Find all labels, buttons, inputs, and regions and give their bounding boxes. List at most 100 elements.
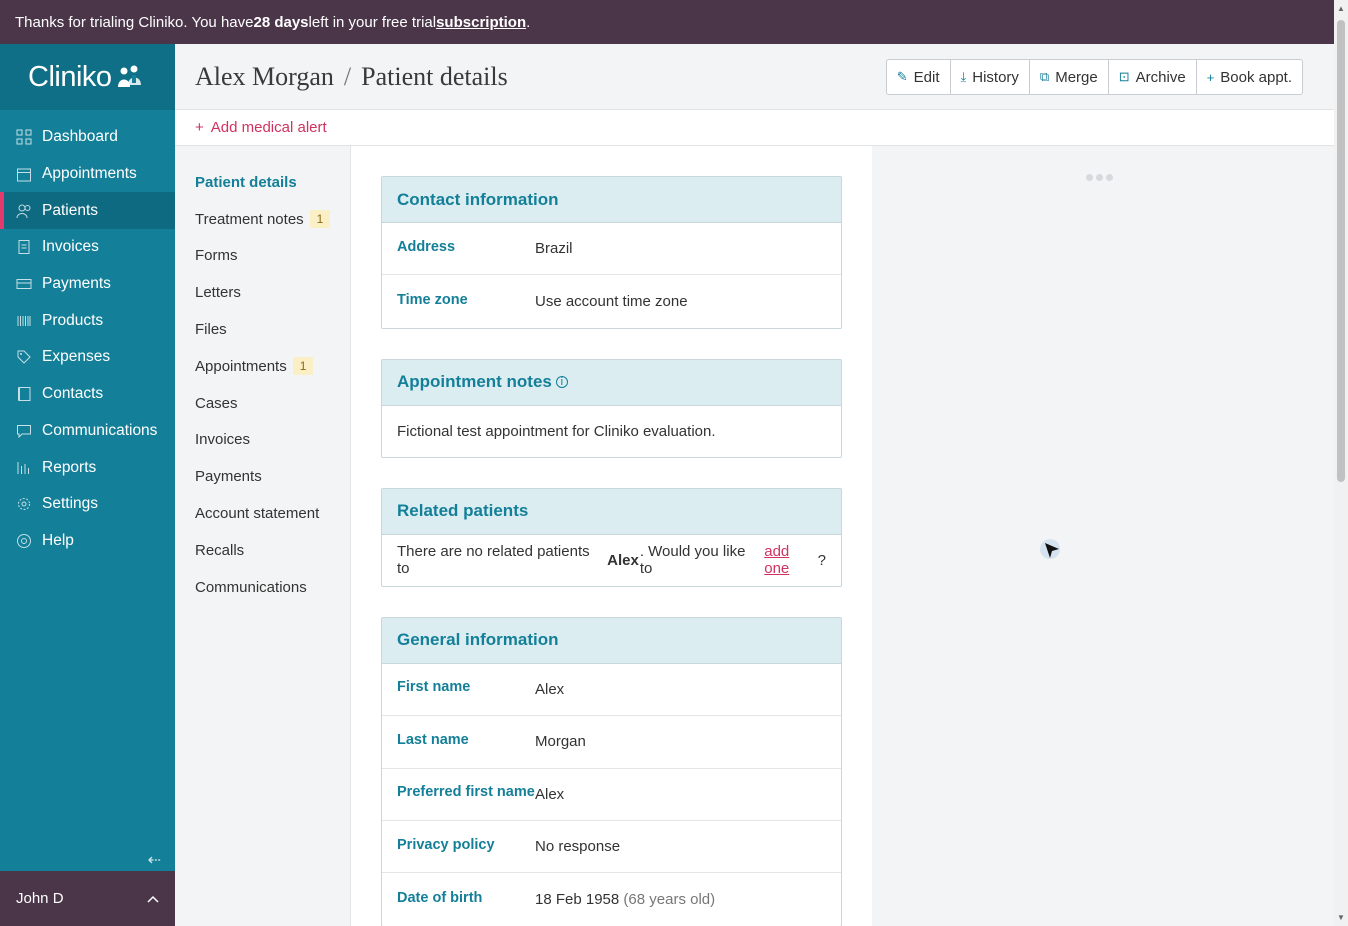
gear-icon <box>16 496 32 512</box>
nav-label: Contacts <box>42 385 104 403</box>
tag-icon <box>16 349 32 365</box>
text-part: There are no related patients to <box>397 543 590 578</box>
nav-help[interactable]: Help <box>0 523 175 560</box>
nav-label: Expenses <box>42 348 111 366</box>
subnav-communications[interactable]: Communications <box>175 569 350 606</box>
subnav-invoices[interactable]: Invoices <box>175 422 350 459</box>
count-badge: 1 <box>309 210 331 229</box>
subnav-patient-details[interactable]: Patient details <box>175 164 350 201</box>
subnav-account-statement[interactable]: Account statement <box>175 495 350 532</box>
nav-payments[interactable]: Payments <box>0 266 175 303</box>
info-icon[interactable]: i <box>555 376 568 389</box>
field-value: Brazil <box>535 240 573 258</box>
field-label: Date of birth <box>397 889 483 906</box>
nav-appointments[interactable]: Appointments <box>0 156 175 193</box>
subnav-treatment-notes[interactable]: Treatment notes 1 <box>175 201 350 238</box>
page-scrollbar[interactable]: ▲ ▼ <box>1334 0 1348 926</box>
right-panel <box>872 146 1334 926</box>
subnav-label: Cases <box>195 394 238 412</box>
barcode-icon <box>16 313 32 329</box>
page-name: Patient details <box>361 61 508 91</box>
history-button[interactable]: ⤓ History <box>951 60 1030 94</box>
page-title: Alex Morgan / Patient details <box>195 62 508 92</box>
scroll-up-icon[interactable]: ▲ <box>1337 4 1345 13</box>
field-label: First name <box>397 679 471 696</box>
merge-button[interactable]: ⧉ Merge <box>1030 60 1109 94</box>
book-label: Book appt. <box>1220 68 1292 86</box>
subnav-recalls[interactable]: Recalls <box>175 532 350 569</box>
field-value: No response <box>535 838 621 856</box>
scroll-down-icon[interactable]: ▼ <box>1337 913 1345 922</box>
nav-contacts[interactable]: Contacts <box>0 376 175 413</box>
card-header: Appointment notes i <box>382 359 841 406</box>
nav-communications[interactable]: Communications <box>0 413 175 450</box>
chart-icon <box>16 460 32 476</box>
subnav-label: Forms <box>195 247 238 265</box>
app-logo[interactable]: Cliniko <box>0 44 175 110</box>
nav-invoices[interactable]: Invoices <box>0 229 175 266</box>
trial-text-suffix: . <box>526 13 531 31</box>
dob-value: 18 Feb 1958 <box>535 891 620 909</box>
page-header: Alex Morgan / Patient details ✎ Edit ⤓ Histo… <box>175 44 1334 110</box>
appointment-notes-card: Appointment notes i Fictional test appoin… <box>381 358 842 458</box>
field-label: Privacy policy <box>397 836 495 853</box>
subnav-label: Appointments <box>195 357 287 375</box>
nav-reports[interactable]: Reports <box>0 449 175 486</box>
nav-patients[interactable]: Patients <box>0 192 175 230</box>
subnav-label: Account statement <box>195 505 320 523</box>
subnav-files[interactable]: Files <box>175 311 350 348</box>
title-separator: / <box>343 61 352 91</box>
contact-information-card: Contact information Address Brazil Time … <box>381 176 842 329</box>
book-appointment-button[interactable]: + Book appt. <box>1197 60 1302 94</box>
related-patients-text: There are no related patients to Alex. W… <box>382 535 841 586</box>
download-icon: ⤓ <box>960 69 967 84</box>
archive-button[interactable]: ⊡ Archive <box>1109 60 1197 94</box>
trial-banner: Thanks for trialing Cliniko. You have 28… <box>0 0 1334 44</box>
user-menu[interactable]: John D <box>0 871 175 926</box>
field-label: Last name <box>397 731 469 748</box>
subnav-label: Communications <box>195 578 307 596</box>
add-related-patient-link[interactable]: add one <box>764 543 817 577</box>
plus-icon: + <box>1206 69 1215 85</box>
patient-name: Alex Morgan <box>195 61 334 91</box>
logo-mark-icon <box>115 63 143 91</box>
contacts-icon <box>16 386 32 402</box>
subnav-cases[interactable]: Cases <box>175 385 350 422</box>
scrollbar-thumb[interactable] <box>1337 20 1345 482</box>
field-value: Alex <box>535 680 565 698</box>
add-medical-alert-button[interactable]: + Add medical alert <box>175 110 1334 146</box>
text-part: . Would you like to <box>639 543 746 578</box>
edit-label: Edit <box>913 68 940 86</box>
subnav-forms[interactable]: Forms <box>175 238 350 275</box>
sidebar: Cliniko Dashboard Appointments Patients … <box>0 44 175 926</box>
nav-label: Settings <box>42 495 99 513</box>
patient-details-main: Contact information Address Brazil Time … <box>351 146 872 926</box>
card-title: Related patients <box>382 488 841 535</box>
subnav-label: Letters <box>195 284 241 302</box>
edit-button[interactable]: ✎ Edit <box>887 60 951 94</box>
nav-products[interactable]: Products <box>0 302 175 339</box>
subnav-appointments[interactable]: Appointments 1 <box>175 348 350 385</box>
nav-label: Invoices <box>42 238 99 256</box>
patient-toolbar: ✎ Edit ⤓ History ⧉ Merge ⊡ Archive + Book app… <box>885 59 1303 95</box>
field-value: Alex <box>535 785 565 803</box>
nav-expenses[interactable]: Expenses <box>0 339 175 376</box>
user-name: John D <box>16 890 64 907</box>
subnav-letters[interactable]: Letters <box>175 274 350 311</box>
trial-days: 28 days <box>253 13 309 31</box>
add-medical-alert-label: Add medical alert <box>210 119 327 136</box>
subscription-link[interactable]: subscription <box>436 14 526 31</box>
nav-settings[interactable]: Settings <box>0 486 175 523</box>
calendar-icon <box>16 166 32 182</box>
subnav-label: Patient details <box>195 173 297 191</box>
subnav-label: Invoices <box>195 431 251 449</box>
card-title: General information <box>382 617 841 664</box>
trial-text-middle: left in your free trial <box>308 13 437 31</box>
nav-dashboard[interactable]: Dashboard <box>0 119 175 156</box>
nav-label: Help <box>42 531 74 549</box>
subnav-label: Payments <box>195 468 262 486</box>
loading-indicator-icon <box>1086 174 1113 181</box>
subnav-payments[interactable]: Payments <box>175 458 350 495</box>
nav-label: Dashboard <box>42 128 118 146</box>
collapse-sidebar-icon[interactable]: ⇠ <box>148 850 161 870</box>
